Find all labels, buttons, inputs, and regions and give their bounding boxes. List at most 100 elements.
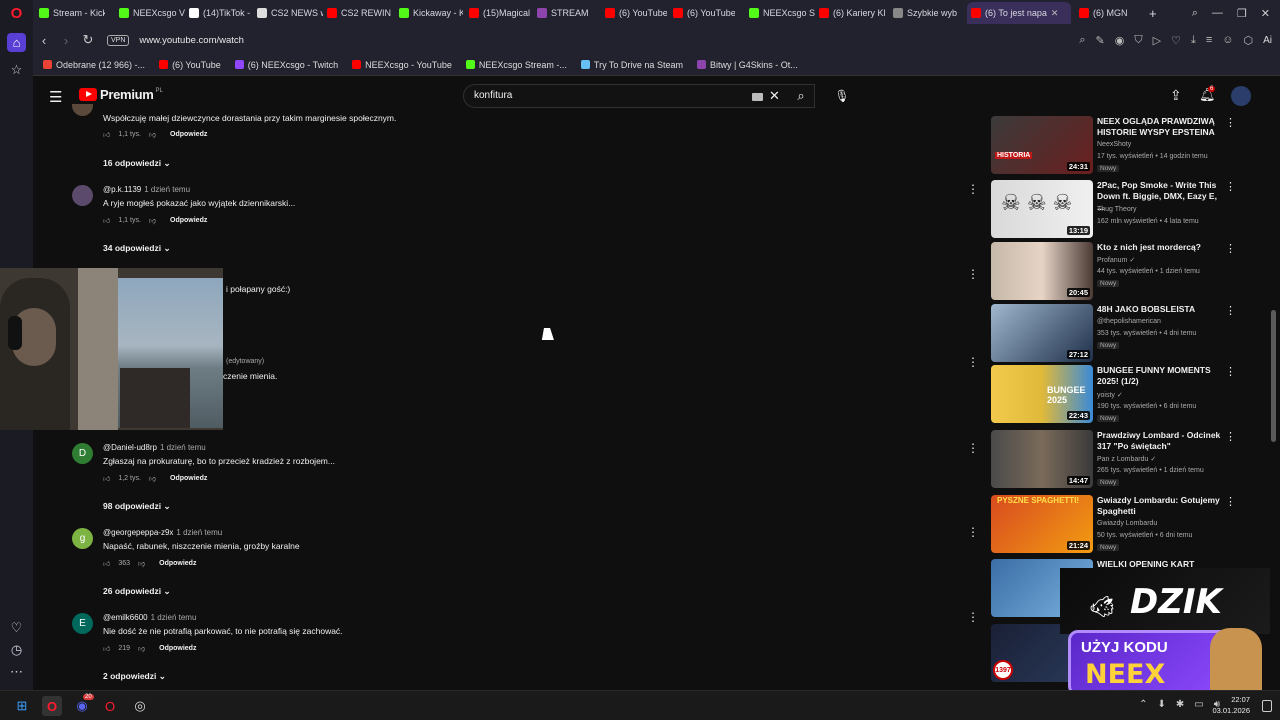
tab[interactable]: NEEXcsgo Vid <box>115 2 185 24</box>
comment-avatar[interactable] <box>72 185 93 206</box>
comment-author[interactable]: @emilk6600 1 dzień temu <box>103 613 196 622</box>
chevron-up-icon[interactable]: ⌃ <box>1139 699 1147 710</box>
video-channel[interactable]: Gwiazdy Lombardu <box>1097 520 1157 527</box>
monitor-icon[interactable]: ▭ <box>1194 699 1203 710</box>
player-icon[interactable]: ▷ <box>1153 34 1161 47</box>
tab[interactable]: CS2 REWIND <box>323 2 391 24</box>
video-title[interactable]: NEEX OGLĄDA PRAWDZIWĄ HISTORIE WYSPY EPS… <box>1097 116 1221 138</box>
video-recommendation[interactable]: BUNGEE 2025 22:43 BUNGEE FUNNY MOMENTS 2… <box>991 365 1241 425</box>
bookmark[interactable]: (6) YouTube <box>159 60 221 70</box>
dislike-icon[interactable]: 👎︎ <box>138 644 145 653</box>
forward-icon[interactable]: › <box>55 33 77 48</box>
video-thumbnail[interactable]: PYSZNE SPAGHETTI! 21:24 <box>991 495 1093 553</box>
video-channel[interactable]: Profanum ✓ <box>1097 256 1135 264</box>
comment-menu-icon[interactable]: ⋮ <box>967 182 979 196</box>
page-scrollbar[interactable] <box>1271 310 1276 442</box>
tab[interactable]: STREAM <box>533 2 601 24</box>
video-thumbnail[interactable]: 14:47 <box>991 430 1093 488</box>
user-avatar[interactable] <box>1231 86 1251 106</box>
video-recommendation[interactable]: 20:45 Kto z nich jest mordercą? Profanum… <box>991 242 1241 302</box>
video-recommendation[interactable]: PYSZNE SPAGHETTI! 21:24 Gwiazdy Lombardu… <box>991 495 1241 555</box>
bookmark[interactable]: Odebrane (12 966) -... <box>43 60 145 70</box>
comment-avatar[interactable]: g <box>72 528 93 549</box>
tab[interactable]: (6) YouTube <box>601 2 667 24</box>
like-icon[interactable]: 👍︎ <box>103 216 110 225</box>
bookmark[interactable]: Try To Drive na Steam <box>580 60 683 70</box>
youtube-premium-logo[interactable]: Premium PL <box>79 87 163 102</box>
video-thumbnail[interactable]: ☠ ☠ ☠ 13:19 <box>991 180 1093 238</box>
bookmark[interactable]: (6) NEEXcsgo - Twitch <box>234 60 338 70</box>
tab[interactable]: Stream - Kick <box>35 2 105 24</box>
video-title[interactable]: BUNGEE FUNNY MOMENTS 2025! (1/2) <box>1097 365 1221 387</box>
video-thumbnail[interactable]: 20:45 <box>991 242 1093 300</box>
keyboard-icon[interactable] <box>752 93 763 101</box>
video-thumbnail[interactable]: BUNGEE 2025 22:43 <box>991 365 1093 423</box>
tab[interactable]: (15)Magical K <box>465 2 533 24</box>
obs-icon[interactable]: ◎ <box>130 696 150 716</box>
video-thumbnail[interactable]: 27:12 <box>991 304 1093 362</box>
video-channel[interactable]: Thug Theory <box>1097 206 1137 213</box>
search-icon[interactable]: ⌕ <box>1079 34 1085 47</box>
video-menu-icon[interactable]: ⋮ <box>1225 495 1236 508</box>
comment-author[interactable]: @Daniel-ud8rp 1 dzień temu <box>103 443 206 452</box>
video-channel[interactable]: yoisty ✓ <box>1097 391 1123 399</box>
comment-menu-icon[interactable]: ⋮ <box>967 525 979 539</box>
download-icon[interactable]: ⤓ <box>1191 34 1196 47</box>
shield-icon[interactable]: ⛉ <box>1134 34 1142 47</box>
menu-icon[interactable]: ≡ <box>1206 34 1212 46</box>
dislike-icon[interactable]: 👎︎ <box>149 216 156 225</box>
tab[interactable]: (6) MGN <box>1075 2 1145 24</box>
video-recommendation[interactable]: 14:47 Prawdziwy Lombard - Odcinek 317 "P… <box>991 430 1241 490</box>
search-input[interactable] <box>474 90 734 101</box>
video-menu-icon[interactable]: ⋮ <box>1225 116 1236 129</box>
clock[interactable]: 22:07 03.01.2026 <box>1212 694 1250 716</box>
opera-icon[interactable]: O <box>100 696 120 716</box>
comment-menu-icon[interactable]: ⋮ <box>967 441 979 455</box>
video-title[interactable]: Gwiazdy Lombardu: Gotujemy Spaghetti <box>1097 495 1221 517</box>
tab[interactable]: CS2 NEWS w <box>253 2 323 24</box>
home-icon[interactable]: ⌂ <box>7 33 26 52</box>
opera-logo-icon[interactable]: O <box>7 4 26 23</box>
video-menu-icon[interactable]: ⋮ <box>1225 180 1236 193</box>
reload-icon[interactable]: ↻ <box>77 32 99 48</box>
notifications-icon[interactable] <box>1262 700 1272 712</box>
extension-icon[interactable]: ⬡ <box>1243 34 1253 47</box>
hamburger-menu-icon[interactable]: ☰ <box>49 88 62 106</box>
search-tabs-icon[interactable]: ⌕ <box>1192 7 1198 20</box>
profile-icon[interactable]: ☺ <box>1222 34 1233 46</box>
heart-icon[interactable]: ♡ <box>7 618 26 637</box>
back-icon[interactable]: ‹ <box>33 33 55 48</box>
bookmark[interactable]: NEEXcsgo Stream -... <box>465 60 567 70</box>
comment-author[interactable]: @georgepeppa-z9x 1 dzień temu <box>103 528 222 537</box>
like-icon[interactable]: 👍︎ <box>103 474 110 483</box>
edit-icon[interactable]: ✎ <box>1096 34 1105 47</box>
view-replies-button[interactable]: 2 odpowiedzi ⌄ <box>103 671 166 682</box>
minimize-icon[interactable]: — <box>1212 7 1223 19</box>
vpn-badge[interactable]: VPN <box>107 34 130 46</box>
video-thumbnail[interactable]: HISTORIA 24:31 <box>991 116 1093 174</box>
like-icon[interactable]: 👍︎ <box>103 559 110 568</box>
video-channel[interactable]: NeexShoty <box>1097 141 1131 148</box>
comment-avatar[interactable]: E <box>72 613 93 634</box>
video-recommendation[interactable]: ☠ ☠ ☠ 13:19 2Pac, Pop Smoke - Write This… <box>991 180 1241 240</box>
video-menu-icon[interactable]: ⋮ <box>1225 365 1236 378</box>
dislike-icon[interactable]: 👎︎ <box>149 474 156 483</box>
tab-active[interactable]: (6) To jest napa ✕ <box>967 2 1071 24</box>
camera-icon[interactable]: ◉ <box>1115 34 1125 47</box>
view-replies-button[interactable]: 34 odpowiedzi ⌄ <box>103 243 171 254</box>
like-icon[interactable]: 👍︎ <box>103 644 110 653</box>
comment-author[interactable]: @p.k.1139 1 dzień temu <box>103 185 190 194</box>
more-icon[interactable]: ⋯ <box>7 662 26 681</box>
tab[interactable]: (14)TikTok - M <box>185 2 253 24</box>
close-window-icon[interactable]: ✕ <box>1261 7 1270 20</box>
tab[interactable]: (6) YouTube <box>669 2 735 24</box>
video-title[interactable]: 48H JAKO BOBSLEISTA <box>1097 304 1221 315</box>
comment-menu-icon[interactable]: ⋮ <box>967 267 979 281</box>
video-menu-icon[interactable]: ⋮ <box>1225 430 1236 443</box>
video-recommendation[interactable]: 27:12 48H JAKO BOBSLEISTA @thepolishamer… <box>991 304 1241 364</box>
dislike-icon[interactable]: 👎︎ <box>138 559 145 568</box>
clear-search-icon[interactable]: ✕ <box>769 88 780 104</box>
bookmark[interactable]: Bitwy | G4Skins - Ot... <box>696 60 798 70</box>
tab[interactable]: (6) Kariery Kl <box>815 2 885 24</box>
star-icon[interactable]: ☆ <box>7 60 26 79</box>
